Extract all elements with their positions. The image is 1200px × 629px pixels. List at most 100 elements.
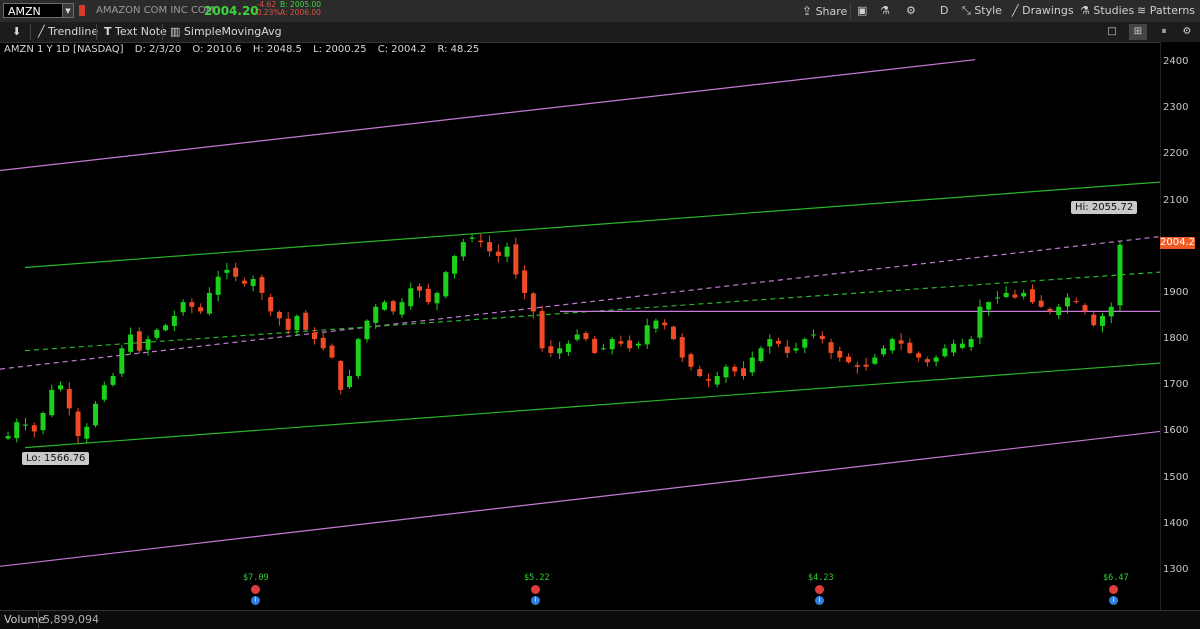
study-tool[interactable]: ▥ SimpleMovingAvg — [170, 24, 282, 40]
dividend-label: $7.09 — [243, 573, 269, 583]
candle-body — [968, 339, 974, 348]
earnings-icon[interactable] — [531, 585, 540, 594]
divider — [850, 3, 851, 19]
candle-body — [951, 343, 957, 353]
divider — [162, 24, 163, 40]
candle-body — [784, 346, 790, 353]
link-color-icon[interactable] — [79, 5, 85, 16]
candle-body — [338, 361, 344, 390]
studies-button[interactable]: ⚗ Studies — [1080, 2, 1134, 20]
trendline-icon: ╱ — [38, 25, 45, 38]
trendline-tool[interactable]: ╱ Trendline — [38, 24, 98, 40]
style-button[interactable]: ⤡ Style — [962, 2, 1002, 20]
candle-body — [618, 341, 624, 344]
candle-body — [163, 325, 169, 331]
outer-lower-channel-line[interactable] — [0, 430, 1160, 567]
volume-panel[interactable]: Volume 5,899,094 — [0, 610, 1200, 629]
candle-body — [513, 244, 519, 275]
drawings-label: Drawings — [1022, 4, 1074, 17]
candle-body — [128, 334, 134, 352]
ask-price: A: 2006.00 — [280, 8, 321, 17]
candle-body — [539, 310, 545, 349]
high-label: H: 2048.5 — [252, 44, 302, 55]
candle-body — [574, 334, 580, 340]
settings-icon[interactable]: ⚙ — [1178, 24, 1196, 40]
candle-body — [250, 279, 256, 287]
symbol-input[interactable]: AMZN — [3, 3, 71, 18]
open-label: O: 2010.6 — [192, 44, 242, 55]
candle-body — [311, 332, 317, 340]
candle-body — [802, 339, 808, 348]
earnings-icon[interactable] — [815, 585, 824, 594]
dividend-label: $6.47 — [1103, 573, 1129, 583]
style-icon: ⤡ — [962, 4, 971, 17]
candle-body — [1056, 306, 1062, 316]
lo-label: Lo: 1566.76 — [22, 452, 90, 465]
gear-icon[interactable]: ⚙ — [906, 2, 916, 20]
study-label: SimpleMovingAvg — [183, 25, 282, 38]
y-tick-label: 1300 — [1163, 564, 1189, 575]
aggregation-button[interactable]: D — [940, 2, 948, 20]
candle-body — [644, 325, 650, 345]
bid-ask-block: B: 2005.00 A: 2006.00 — [280, 1, 321, 17]
pin-icon[interactable]: ⬇ — [12, 24, 21, 40]
company-name: AMAZON COM INC COM — [96, 5, 215, 16]
text-note-tool[interactable]: T Text Note — [104, 24, 167, 40]
drawings-button[interactable]: ╱ Drawings — [1012, 2, 1074, 20]
bars-layout-icon[interactable]: ⏸ — [1155, 24, 1173, 40]
candle-body — [390, 301, 396, 312]
single-layout-icon[interactable]: □ — [1103, 24, 1121, 40]
y-tick-label: 2100 — [1163, 194, 1189, 206]
trendline-label: Trendline — [48, 25, 99, 38]
symbol-dropdown-icon[interactable]: ▼ — [62, 3, 74, 18]
candle-body — [425, 288, 431, 303]
candle-body — [828, 342, 834, 353]
grid-layout-icon[interactable]: ⊞ — [1129, 24, 1147, 40]
share-button[interactable]: ⇪ Share — [802, 2, 847, 20]
candle-body — [881, 348, 887, 355]
candle-body — [285, 318, 291, 330]
flask-icon[interactable]: ⚗ — [880, 2, 890, 20]
inner-upper-channel-line[interactable] — [24, 181, 1160, 269]
candle-body — [136, 331, 142, 351]
candle-body — [1003, 292, 1009, 297]
candle-body — [417, 286, 423, 291]
candle-body — [1038, 300, 1044, 307]
candle-body — [206, 292, 212, 314]
candle-body — [863, 364, 869, 367]
candle-body — [933, 357, 939, 362]
candle-body — [994, 297, 1000, 299]
candle-body — [1108, 306, 1114, 317]
info-icon[interactable]: i — [1109, 596, 1118, 605]
candle-body — [670, 326, 676, 340]
earnings-icon[interactable] — [251, 585, 260, 594]
pencil-icon: ╱ — [1012, 4, 1019, 17]
candle-body — [469, 237, 475, 239]
info-icon[interactable]: i — [531, 596, 540, 605]
candle-body — [241, 280, 247, 284]
info-icon[interactable]: i — [251, 596, 260, 605]
candle-body — [49, 389, 55, 416]
earnings-icon[interactable] — [1109, 585, 1118, 594]
candle-body — [93, 403, 99, 426]
inner-lower-channel-line[interactable] — [24, 362, 1160, 449]
detach-icon[interactable]: ▣ — [857, 2, 867, 20]
patterns-button[interactable]: ≋ Patterns — [1137, 2, 1195, 20]
candle-body — [1021, 292, 1027, 297]
y-tick-label: 1600 — [1163, 425, 1189, 437]
candle-body — [959, 343, 965, 348]
candle-body — [1064, 297, 1070, 307]
range-label: R: 48.25 — [437, 44, 480, 55]
info-icon[interactable]: i — [815, 596, 824, 605]
candle-body — [408, 288, 414, 307]
price-chart[interactable] — [0, 42, 1160, 610]
candle-body — [679, 337, 685, 358]
candle-body — [478, 240, 484, 243]
candle-body — [1012, 294, 1018, 298]
candle-body — [1117, 244, 1123, 306]
candle-body — [697, 369, 703, 377]
last-price: 2004.20 — [204, 4, 259, 18]
outer-upper-channel-line[interactable] — [0, 59, 976, 172]
candle-body — [635, 343, 641, 346]
current-price-tag: 2004.2 — [1160, 237, 1195, 249]
